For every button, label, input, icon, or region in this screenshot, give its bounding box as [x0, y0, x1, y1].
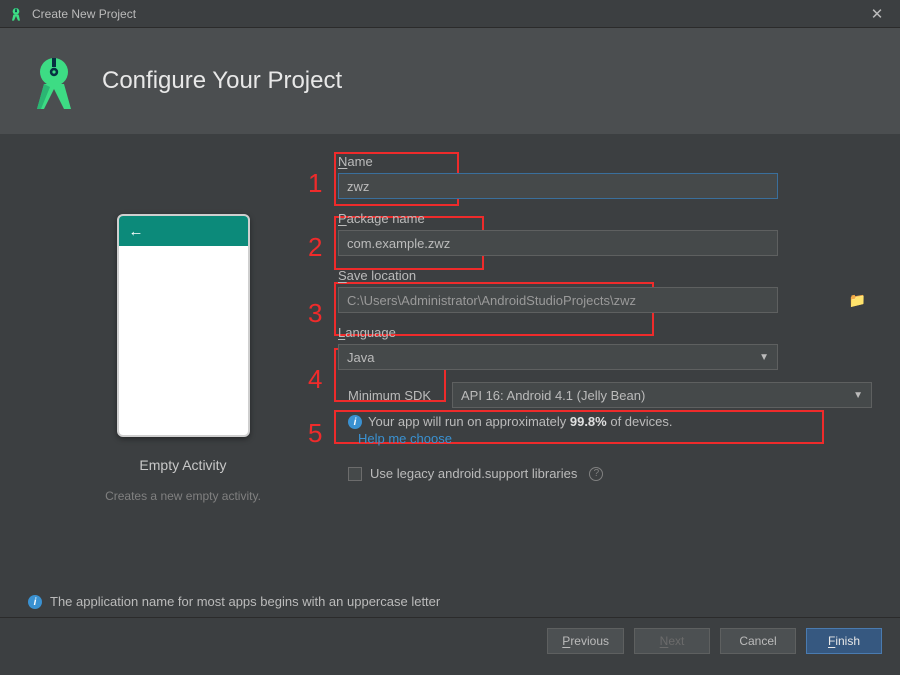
- location-input[interactable]: [338, 287, 778, 313]
- dialog-header: Configure Your Project: [0, 28, 900, 134]
- phone-preview: ←: [117, 214, 250, 437]
- help-me-choose-link[interactable]: Help me choose: [358, 431, 872, 446]
- sdk-info-text: Your app will run on approximately 99.8%…: [368, 414, 673, 429]
- android-studio-logo-icon: [24, 51, 84, 111]
- template-name: Empty Activity: [139, 457, 226, 473]
- annotation-number-2: 2: [308, 232, 322, 263]
- dialog-footer: Previous Next Cancel Finish: [0, 617, 900, 663]
- location-label: Save location: [338, 268, 872, 283]
- page-title: Configure Your Project: [102, 67, 342, 95]
- sdk-info-line: i Your app will run on approximately 99.…: [348, 414, 872, 429]
- name-field-block: Name: [338, 154, 872, 199]
- next-button: Next: [634, 628, 710, 654]
- browse-folder-icon[interactable]: 📁: [849, 292, 866, 309]
- titlebar: Create New Project ✕: [0, 0, 900, 28]
- chevron-down-icon: ▼: [853, 390, 863, 401]
- package-input[interactable]: [338, 230, 778, 256]
- min-sdk-block: Minimum SDK API 16: Android 4.1 (Jelly B…: [338, 382, 872, 446]
- template-description: Creates a new empty activity.: [105, 489, 261, 503]
- package-field-block: Package name: [338, 211, 872, 256]
- legacy-label: Use legacy android.support libraries: [370, 466, 577, 481]
- legacy-support-row: Use legacy android.support libraries ?: [348, 466, 872, 481]
- android-studio-icon: [8, 6, 24, 22]
- language-value: Java: [347, 350, 374, 365]
- form-column: 1 2 3 4 5 Name Package name Save: [338, 154, 872, 503]
- min-sdk-label: Minimum SDK: [338, 388, 440, 403]
- chevron-down-icon: ▼: [759, 352, 769, 363]
- name-input[interactable]: [338, 173, 778, 199]
- location-field-block: Save location 📁: [338, 268, 872, 313]
- language-dropdown[interactable]: Java ▼: [338, 344, 778, 370]
- annotation-number-1: 1: [308, 168, 322, 199]
- min-sdk-dropdown[interactable]: API 16: Android 4.1 (Jelly Bean) ▼: [452, 382, 872, 408]
- annotation-number-5: 5: [308, 418, 322, 449]
- finish-button[interactable]: Finish: [806, 628, 882, 654]
- phone-appbar: ←: [119, 216, 248, 246]
- info-icon: i: [348, 415, 362, 429]
- previous-button[interactable]: Previous: [547, 628, 624, 654]
- window-title: Create New Project: [32, 7, 862, 21]
- name-label: Name: [338, 154, 872, 169]
- back-arrow-icon: ←: [129, 223, 144, 240]
- annotation-number-4: 4: [308, 364, 322, 395]
- close-icon[interactable]: ✕: [862, 5, 892, 23]
- validation-hint: i The application name for most apps beg…: [28, 594, 440, 609]
- cancel-button[interactable]: Cancel: [720, 628, 796, 654]
- template-preview-column: ← Empty Activity Creates a new empty act…: [28, 154, 338, 503]
- min-sdk-value: API 16: Android 4.1 (Jelly Bean): [461, 388, 645, 403]
- info-icon: i: [28, 595, 42, 609]
- package-label: Package name: [338, 211, 872, 226]
- content-area: ← Empty Activity Creates a new empty act…: [0, 134, 900, 617]
- language-label: Language: [338, 325, 872, 340]
- help-icon[interactable]: ?: [589, 467, 603, 481]
- hint-text: The application name for most apps begin…: [50, 594, 440, 609]
- annotation-number-3: 3: [308, 298, 322, 329]
- legacy-checkbox[interactable]: [348, 467, 362, 481]
- language-field-block: Language Java ▼: [338, 325, 872, 370]
